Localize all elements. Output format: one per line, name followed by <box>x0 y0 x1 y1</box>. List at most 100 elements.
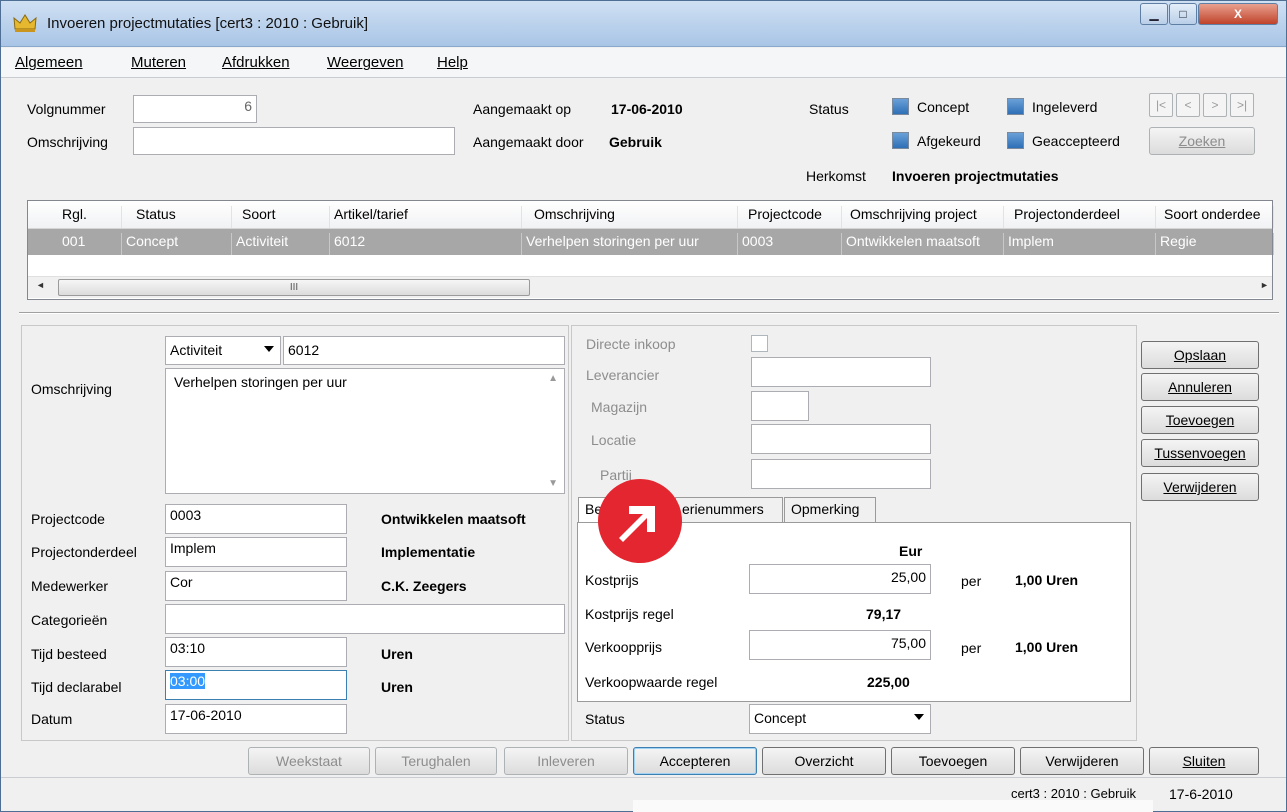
zoeken-button[interactable]: Zoeken <box>1149 127 1255 155</box>
col-artikel[interactable]: Artikel/tarief <box>330 206 522 228</box>
annuleren-button[interactable]: Annuleren <box>1141 373 1259 401</box>
tussenvoegen-button[interactable]: Tussenvoegen <box>1141 439 1259 467</box>
tijd-declarabel-unit: Uren <box>381 679 413 695</box>
col-rgl[interactable]: Rgl. <box>28 206 122 228</box>
omschrijving-detail-text: Verhelpen storingen per uur <box>174 374 347 390</box>
status-concept-label: Concept <box>917 99 970 115</box>
tijd-besteed-unit: Uren <box>381 646 413 662</box>
tijd-besteed-field[interactable]: 03:10 <box>165 637 347 667</box>
projectonderdeel-field[interactable]: Implem <box>165 537 347 567</box>
crown-icon <box>13 14 37 32</box>
section-divider <box>19 312 1279 314</box>
magazijn-label: Magazijn <box>591 399 648 415</box>
scroll-up-icon[interactable]: ▲ <box>548 373 558 384</box>
verkoopprijs-unit: 1,00 Uren <box>1015 639 1079 655</box>
soort-dropdown[interactable]: Activiteit <box>165 336 281 365</box>
menu-algemeen[interactable]: Algemeen <box>15 54 83 71</box>
status-geaccepteerd-checkbox[interactable] <box>1007 132 1024 149</box>
terughalen-button[interactable]: Terughalen <box>375 747 497 775</box>
accepteren-button[interactable]: Accepteren <box>633 747 757 775</box>
locatie-field[interactable] <box>751 424 931 454</box>
nav-last-button[interactable]: >| <box>1230 93 1254 117</box>
status-concept-checkbox[interactable] <box>892 98 909 115</box>
kostprijs-field[interactable]: 25,00 <box>749 564 931 594</box>
verwijderen-bottom-button[interactable]: Verwijderen <box>1020 747 1144 775</box>
verkoopwaarde-label: Verkoopwaarde regel <box>585 674 718 690</box>
scroll-thumb[interactable]: III <box>58 279 530 296</box>
aangemaakt-op-value: 17-06-2010 <box>611 101 683 117</box>
cell-status: Concept <box>122 233 232 255</box>
datum-field[interactable]: 17-06-2010 <box>165 704 347 734</box>
menu-help[interactable]: Help <box>437 54 468 71</box>
col-soort-onderdeel[interactable]: Soort onderdee <box>1156 206 1274 228</box>
menu-muteren[interactable]: Muteren <box>131 54 186 71</box>
col-omschrijving[interactable]: Omschrijving <box>522 206 738 228</box>
cell-soort-onderdeel: Regie <box>1156 233 1274 255</box>
aangemaakt-door-label: Aangemaakt door <box>473 134 584 150</box>
herkomst-value: Invoeren projectmutaties <box>892 168 1059 184</box>
cell-rgl: 001 <box>28 233 122 255</box>
tijd-declarabel-label: Tijd declarabel <box>31 679 122 695</box>
col-soort[interactable]: Soort <box>232 206 330 228</box>
scroll-right-icon[interactable]: ► <box>1260 280 1269 290</box>
cell-omschrijving: Verhelpen storingen per uur <box>522 233 738 255</box>
main-window: Invoeren projectmutaties [cert3 : 2010 :… <box>0 0 1287 812</box>
scroll-left-icon[interactable]: ◄ <box>36 280 45 290</box>
kostprijs-unit: 1,00 Uren <box>1015 572 1079 588</box>
opslaan-button[interactable]: Opslaan <box>1141 341 1259 369</box>
omschrijving-header-field[interactable] <box>133 127 455 155</box>
kostprijs-regel-label: Kostprijs regel <box>585 606 674 622</box>
verkoopprijs-field[interactable]: 75,00 <box>749 630 931 660</box>
status-afgekeurd-checkbox[interactable] <box>892 132 909 149</box>
status-ingeleverd-checkbox[interactable] <box>1007 98 1024 115</box>
col-omschrijving-project[interactable]: Omschrijving project <box>842 206 1004 228</box>
verwijderen-side-button[interactable]: Verwijderen <box>1141 473 1259 501</box>
categorieen-field[interactable] <box>165 604 565 634</box>
nav-first-button[interactable]: |< <box>1149 93 1173 117</box>
inleveren-button[interactable]: Inleveren <box>504 747 628 775</box>
maximize-button[interactable]: □ <box>1169 3 1197 25</box>
tab-serienummers[interactable]: erienummers <box>675 497 783 523</box>
cell-omschrijving-project: Ontwikkelen maatsoft <box>842 233 1004 255</box>
tab-opmerking[interactable]: Opmerking <box>784 497 876 523</box>
directe-inkoop-checkbox[interactable] <box>751 335 768 352</box>
medewerker-field[interactable]: Cor <box>165 571 347 601</box>
volgnummer-label: Volgnummer <box>27 101 106 117</box>
artikel-field[interactable]: 6012 <box>283 336 565 365</box>
grid-horizontal-scrollbar[interactable]: ◄ III ► <box>28 276 1272 298</box>
toevoegen-side-button[interactable]: Toevoegen <box>1141 406 1259 434</box>
menu-weergeven[interactable]: Weergeven <box>327 54 403 71</box>
magazijn-field[interactable] <box>751 391 809 421</box>
status-dropdown[interactable]: Concept <box>749 704 931 734</box>
toevoegen-bottom-button[interactable]: Toevoegen <box>891 747 1015 775</box>
weekstaat-button[interactable]: Weekstaat <box>248 747 370 775</box>
leverancier-field[interactable] <box>751 357 931 387</box>
projectcode-field[interactable]: 0003 <box>165 504 347 534</box>
status-dropdown-value: Concept <box>754 710 807 726</box>
omschrijving-detail-textarea[interactable]: Verhelpen storingen per uur ▲ ▼ <box>165 368 565 494</box>
nav-next-button[interactable]: > <box>1203 93 1227 117</box>
sluiten-button[interactable]: Sluiten <box>1149 747 1259 775</box>
col-projectonderdeel[interactable]: Projectonderdeel <box>1004 206 1156 228</box>
volgnummer-field[interactable]: 6 <box>133 95 257 123</box>
herkomst-label: Herkomst <box>806 168 866 184</box>
scroll-down-icon[interactable]: ▼ <box>548 478 558 489</box>
table-row[interactable]: 001 Concept Activiteit 6012 Verhelpen st… <box>28 229 1274 255</box>
mutations-grid[interactable]: Rgl. Status Soort Artikel/tarief Omschri… <box>27 200 1274 300</box>
col-projectcode[interactable]: Projectcode <box>738 206 842 228</box>
status-context: cert3 : 2010 : Gebruik <box>1011 786 1137 801</box>
status-afgekeurd-label: Afgekeurd <box>917 133 981 149</box>
tijd-declarabel-value: 03:00 <box>170 673 206 689</box>
nav-prev-button[interactable]: < <box>1176 93 1200 117</box>
status-bar: cert3 : 2010 : Gebruik 17-6-2010 <box>1 777 1286 812</box>
aangemaakt-op-label: Aangemaakt op <box>473 101 572 117</box>
col-status[interactable]: Status <box>122 206 232 228</box>
menu-afdrukken[interactable]: Afdrukken <box>222 54 290 71</box>
tijd-declarabel-field[interactable]: 03:00 <box>165 670 347 700</box>
partij-field[interactable] <box>751 459 931 489</box>
overzicht-button[interactable]: Overzicht <box>762 747 886 775</box>
minimize-button[interactable]: ▁ <box>1140 3 1168 25</box>
projectcode-description: Ontwikkelen maatsoft <box>381 511 526 527</box>
window-title: Invoeren projectmutaties [cert3 : 2010 :… <box>47 15 368 32</box>
close-button[interactable]: X <box>1198 3 1278 25</box>
